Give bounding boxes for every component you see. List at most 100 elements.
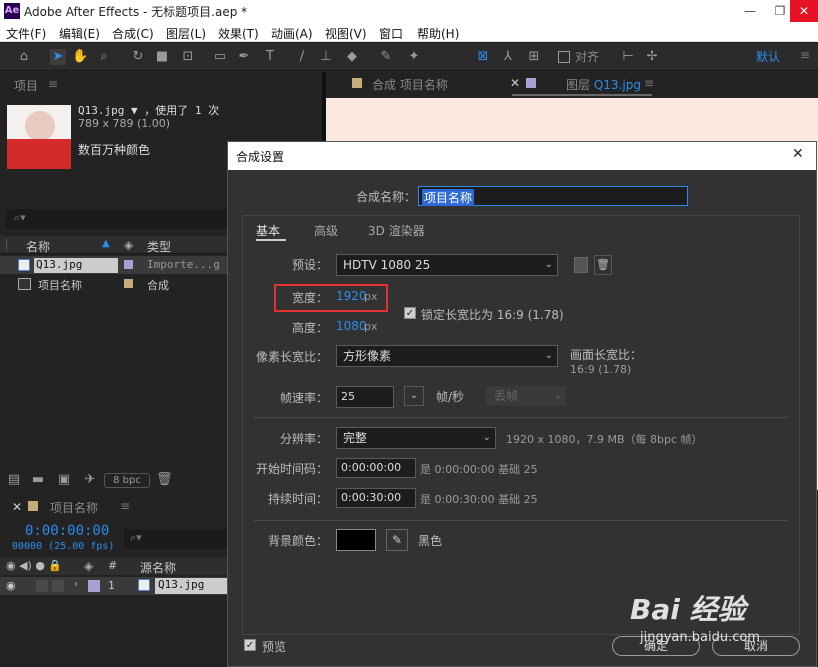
tab-advanced[interactable]: 高级 [314, 222, 338, 239]
search-icon: ⌕▾ [14, 211, 26, 224]
type-tool-icon[interactable]: T [262, 49, 278, 65]
lock-switch[interactable] [52, 580, 64, 592]
menu-animation[interactable]: 动画(A) [271, 25, 313, 42]
timeline-tab[interactable]: 项目名称 [50, 499, 98, 516]
col-source-name[interactable]: 源名称 [140, 559, 176, 576]
eyedropper-icon[interactable]: ✎ [386, 529, 408, 551]
axis-world-icon[interactable]: ⅄ [500, 49, 516, 65]
menu-file[interactable]: 文件(F) [6, 25, 46, 42]
rotate-tool-icon[interactable]: ↻ [130, 49, 146, 65]
menu-view[interactable]: 视图(V) [325, 25, 367, 42]
layer-row[interactable]: ◉ › 1 Q13.jpg [0, 577, 227, 595]
title-bar: Ae Adobe After Effects - 无标题项目.aep * — ❐… [0, 0, 818, 22]
close-window-icon[interactable]: ✕ [790, 0, 818, 22]
watermark-url: jingyan.baidu.com [640, 630, 760, 645]
timeline-search-input[interactable]: ⌕▾ [124, 529, 227, 549]
zoom-tool-icon[interactable]: ⌕ [96, 49, 112, 65]
menu-layer[interactable]: 图层(L) [166, 25, 206, 42]
tab-basic[interactable]: 基本 [256, 222, 280, 239]
menu-window[interactable]: 窗口 [379, 25, 403, 42]
brush-tool-icon[interactable]: ∕ [294, 49, 310, 65]
sort-asc-icon[interactable]: ▲ [102, 238, 110, 249]
resolution-value: 完整 [343, 431, 368, 445]
save-preset-icon[interactable] [574, 257, 588, 273]
new-folder-icon[interactable]: ▬ [30, 472, 46, 488]
timeline-menu-icon[interactable]: ≡ [120, 499, 130, 513]
layer-name[interactable]: Q13.jpg [155, 578, 227, 594]
start-timecode-input[interactable]: 0:00:00:00 [336, 458, 416, 478]
dialog-close-icon[interactable]: ✕ [792, 146, 804, 162]
solo-switch[interactable] [36, 580, 48, 592]
width-value[interactable]: 1920 [336, 289, 367, 303]
close-timeline-icon[interactable]: ✕ [12, 500, 22, 514]
resolution-dropdown[interactable]: 完整 ⌄ [336, 427, 496, 449]
delete-preset-icon[interactable]: 🗑 [594, 255, 612, 275]
chevron-down-icon: ⌄ [553, 390, 562, 401]
duration-input[interactable]: 0:00:30:00 [336, 488, 416, 508]
new-composition-icon[interactable]: ▣ [56, 472, 72, 488]
eye-icon[interactable]: ◉ [6, 579, 16, 592]
puppet-tool-icon[interactable]: ✦ [406, 49, 422, 65]
workspace-default[interactable]: 默认 [756, 48, 780, 65]
label-tag-icon[interactable]: ◈ [124, 238, 133, 252]
panel-menu-icon[interactable]: ≡ [48, 77, 58, 91]
height-unit: px [364, 320, 378, 333]
lock-aspect-label: 锁定长宽比为 16:9 (1.78) [421, 308, 564, 322]
preset-dropdown[interactable]: HDTV 1080 25 ⌄ [336, 254, 558, 276]
layer-tab-color [526, 78, 536, 88]
frame-rate-input[interactable]: 25 [336, 386, 394, 408]
roto-brush-icon[interactable]: ✎ [378, 49, 394, 65]
clone-stamp-icon[interactable]: ⊥ [318, 49, 334, 65]
snap-option-icon[interactable]: ✢ [644, 49, 660, 65]
width-label: 宽度： [291, 291, 328, 305]
item-name[interactable]: Q13.jpg [34, 258, 118, 273]
drop-frame-dropdown: 丢帧 ⌄ [486, 386, 566, 406]
col-name[interactable]: 名称 [26, 238, 50, 255]
workspace-more-icon[interactable]: ≡ [800, 48, 810, 62]
tab-3d-renderer[interactable]: 3D 渲染器 [368, 222, 425, 239]
col-type[interactable]: 类型 [147, 238, 171, 255]
item-name[interactable]: 项目名称 [38, 277, 82, 293]
menu-effect[interactable]: 效果(T) [218, 25, 259, 42]
delete-icon[interactable]: 🗑 [156, 472, 173, 488]
menu-help[interactable]: 帮助(H) [417, 25, 459, 42]
close-tab-icon[interactable]: ✕ [510, 76, 520, 90]
tab-layer[interactable]: 图层 Q13.jpg [566, 76, 641, 93]
av-switch-icons: ◉ ◀) ● 🔒 [6, 559, 63, 572]
hand-tool-icon[interactable]: ✋ [72, 49, 88, 65]
align-label: 对齐 [575, 50, 600, 64]
frame-rate-dropdown-icon[interactable]: ⌄ [404, 386, 424, 406]
menu-edit[interactable]: 编辑(E) [59, 25, 100, 42]
pan-behind-icon[interactable]: ⊡ [180, 49, 196, 65]
project-filename[interactable]: Q13.jpg ▼ ，使用了 1 次 [78, 102, 219, 118]
height-label: 高度： [291, 321, 328, 335]
menu-composition[interactable]: 合成(C) [112, 25, 154, 42]
selection-tool-icon[interactable]: ➤ [50, 49, 66, 65]
align-checkbox[interactable] [558, 51, 570, 63]
flowchart-icon[interactable]: ✈ [82, 472, 98, 488]
expand-icon[interactable]: › [74, 579, 78, 590]
minimize-icon[interactable]: — [735, 0, 765, 22]
comp-name-input[interactable]: 项目名称 [418, 186, 688, 206]
pen-tool-icon[interactable]: ✒ [236, 49, 252, 65]
axis-view-icon[interactable]: ⊞ [526, 49, 542, 65]
camera-tool-icon[interactable]: ■ [154, 49, 170, 65]
bg-color-swatch[interactable] [336, 529, 376, 551]
snap-icon[interactable]: ⊢ [620, 49, 636, 65]
rectangle-tool-icon[interactable]: ▭ [212, 49, 228, 65]
home-icon[interactable]: ⌂ [16, 49, 32, 65]
tab-composition[interactable]: 合成 项目名称 [372, 76, 448, 93]
axis-local-icon[interactable]: ⊠ [475, 49, 491, 65]
interpret-footage-icon[interactable]: ▤ [6, 472, 22, 488]
bpc-button[interactable]: 8 bpc [104, 473, 150, 488]
duration-info: 是 0:00:30:00 基础 25 [420, 493, 538, 506]
height-value[interactable]: 1080 [336, 319, 367, 333]
viewer-menu-icon[interactable]: ≡ [644, 76, 654, 90]
label-tag-icon: ◈ [84, 559, 94, 573]
timeline-header: ◉ ◀) ● 🔒 ◈ # 源名称 [0, 557, 227, 575]
lock-aspect-checkbox[interactable]: ✓ [404, 307, 416, 319]
eraser-tool-icon[interactable]: ◆ [344, 49, 360, 65]
pixel-aspect-dropdown[interactable]: 方形像素 ⌄ [336, 345, 558, 367]
preview-checkbox[interactable]: ✓ [244, 639, 256, 651]
current-timecode[interactable]: 0:00:00:00 [25, 523, 109, 539]
